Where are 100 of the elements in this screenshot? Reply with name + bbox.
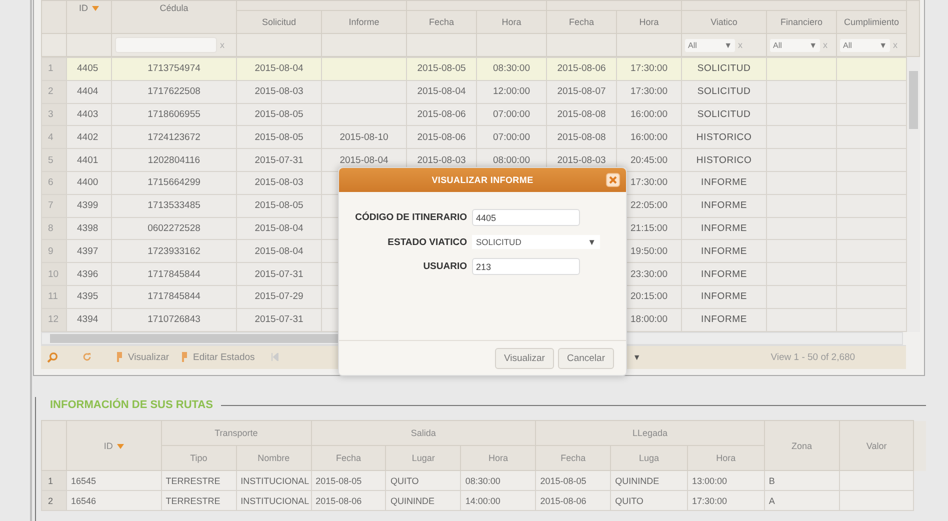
- table-cell: INFORME: [701, 291, 747, 302]
- column-header[interactable]: Cumplimiento: [836, 10, 907, 34]
- table-cell: 1717845844: [148, 291, 200, 302]
- column-header[interactable]: Zona: [764, 420, 840, 470]
- filter-select[interactable]: All ▼: [770, 38, 820, 52]
- table-cell: 08:30:00: [493, 63, 530, 74]
- table-cell: 16545: [70, 476, 96, 486]
- table-cell: 2015-08-03: [254, 86, 304, 98]
- dialog-title: VISUALIZAR INFORME: [432, 175, 534, 185]
- table-row[interactable]: 3 4403 1718606955 2015-08-05 2015-08-06 07:00:00 2015-08-08 16:00:00 SOLICITUD: [42, 103, 906, 126]
- vertical-scrollbar[interactable]: [907, 57, 920, 332]
- table-cell: 07:00:00: [493, 132, 530, 143]
- column-header[interactable]: Tipo: [161, 446, 236, 470]
- column-header[interactable]: Valor: [839, 420, 914, 470]
- column-header[interactable]: Hora: [460, 446, 536, 470]
- column-header[interactable]: Cédula: [112, 0, 236, 34]
- column-header[interactable]: ID: [66, 0, 112, 34]
- table-cell: SOLICITUD: [697, 63, 751, 74]
- row-number: 3: [42, 103, 66, 126]
- table-cell: 13:00:00: [692, 476, 728, 486]
- table-cell: 2015-08-06: [417, 132, 466, 143]
- column-header[interactable]: Fecha: [311, 446, 386, 470]
- input-field[interactable]: 213: [472, 258, 580, 275]
- filter-select[interactable]: All ▼: [685, 38, 735, 52]
- select-field[interactable]: SOLICITUD ▼: [472, 235, 600, 249]
- table-row[interactable]: 5 4401 1202804116 2015-07-31 2015-08-04 2015-08-03 08:00:00 2015-08-03 20:45:00 HISTORICO: [42, 148, 906, 172]
- table-cell: 2015-07-31: [254, 268, 304, 280]
- row-number: 9: [42, 240, 66, 263]
- table-cell: 4400: [77, 177, 98, 188]
- column-header[interactable]: Lugar: [386, 446, 461, 470]
- clear-filter-button[interactable]: x: [220, 40, 224, 50]
- column-header[interactable]: ID: [66, 420, 162, 470]
- clear-filter-button[interactable]: x: [893, 40, 898, 50]
- column-header[interactable]: Hora: [616, 10, 682, 34]
- table-cell: SOLICITUD: [697, 86, 751, 98]
- table-cell: 1724123672: [148, 132, 200, 143]
- column-header[interactable]: Hora: [476, 10, 546, 34]
- table-cell: 2015-08-03: [557, 154, 606, 166]
- search-icon[interactable]: [47, 352, 58, 363]
- table-row[interactable]: 4 4402 1724123672 2015-08-05 2015-08-10 2015-08-06 07:00:00 2015-08-08 16:00:00 HISTORICO: [42, 126, 906, 149]
- column-header[interactable]: Financiero: [766, 10, 836, 34]
- table-cell: 17:30:00: [630, 63, 668, 74]
- table-cell: 4402: [77, 132, 98, 143]
- sort-icon: [92, 6, 99, 12]
- table-cell: INSTITUCIONAL: [240, 476, 310, 486]
- row-number: 2: [42, 80, 66, 104]
- table-cell: 2015-07-29: [254, 291, 304, 302]
- column-header[interactable]: Informe: [322, 10, 406, 34]
- column-header[interactable]: Hora: [687, 446, 764, 470]
- column-header[interactable]: Fecha: [546, 10, 616, 34]
- filter-select[interactable]: All ▼: [840, 38, 890, 52]
- column-header[interactable]: Solicitud: [236, 10, 322, 34]
- input-field[interactable]: 4405: [472, 209, 580, 226]
- column-header[interactable]: Luga: [610, 446, 688, 470]
- table-cell: 2015-08-03: [254, 177, 304, 188]
- table-cell: 4398: [77, 222, 98, 234]
- table-cell: 2015-07-31: [254, 314, 304, 326]
- table-cell: INFORME: [701, 246, 747, 257]
- page-size-select[interactable]: ▼: [632, 352, 641, 362]
- table-cell: 2015-08-04: [417, 86, 466, 98]
- dialog-button[interactable]: Cancelar: [558, 348, 614, 368]
- record-count: View 1 - 50 of 2,680: [770, 352, 856, 363]
- table-cell: 2015-08-04: [254, 63, 304, 74]
- first-page-icon[interactable]: [270, 353, 279, 362]
- column-group-header: Transporte: [161, 420, 312, 446]
- table-cell: 2015-08-05: [254, 132, 304, 143]
- toolbar-button[interactable]: Visualizar: [116, 352, 170, 363]
- table-cell: INFORME: [701, 200, 747, 212]
- toolbar-button[interactable]: Editar Estados: [181, 352, 255, 363]
- row-number: 2: [42, 490, 66, 510]
- table-cell: 18:00:00: [630, 314, 668, 326]
- column-header[interactable]: Nombre: [236, 446, 312, 470]
- column-header[interactable]: Fecha: [536, 446, 611, 470]
- table-cell: QUININDE: [390, 496, 434, 506]
- table-cell: 4394: [77, 314, 98, 326]
- table-cell: 2015-08-06: [540, 496, 586, 506]
- table-cell: 17:30:00: [630, 86, 668, 98]
- table-cell: 1713533485: [148, 200, 200, 212]
- refresh-icon[interactable]: [82, 352, 92, 362]
- table-row[interactable]: 2 4404 1717622508 2015-08-03 2015-08-04 12:00:00 2015-08-07 17:30:00 SOLICITUD: [42, 80, 906, 104]
- table-cell: 16:00:00: [630, 108, 668, 120]
- clear-filter-button[interactable]: x: [738, 40, 742, 50]
- table-cell: 4396: [77, 268, 98, 280]
- dialog-button[interactable]: Visualizar: [494, 348, 554, 368]
- table-cell: SOLICITUD: [697, 108, 751, 120]
- close-button[interactable]: [606, 173, 620, 187]
- row-number: 11: [42, 285, 66, 308]
- table-cell: 1718606955: [148, 108, 200, 120]
- table-cell: 4399: [77, 200, 98, 212]
- table-cell: 2015-08-10: [340, 132, 388, 143]
- column-header[interactable]: Viatico: [682, 10, 766, 34]
- clear-filter-button[interactable]: x: [823, 40, 828, 50]
- table-cell: 19:50:00: [630, 246, 668, 257]
- page-icon: [181, 352, 190, 362]
- column-header[interactable]: Fecha: [406, 10, 476, 34]
- field-label: USUARIO: [422, 261, 467, 272]
- table-cell: QUININDE: [615, 476, 660, 486]
- table-cell: 2015-08-05: [417, 63, 466, 74]
- table-row[interactable]: 1 4405 1713754974 2015-08-04 2015-08-05 08:30:00 2015-08-06 17:30:00 SOLICITUD: [42, 58, 906, 80]
- column-group-header: LLegada: [536, 420, 764, 446]
